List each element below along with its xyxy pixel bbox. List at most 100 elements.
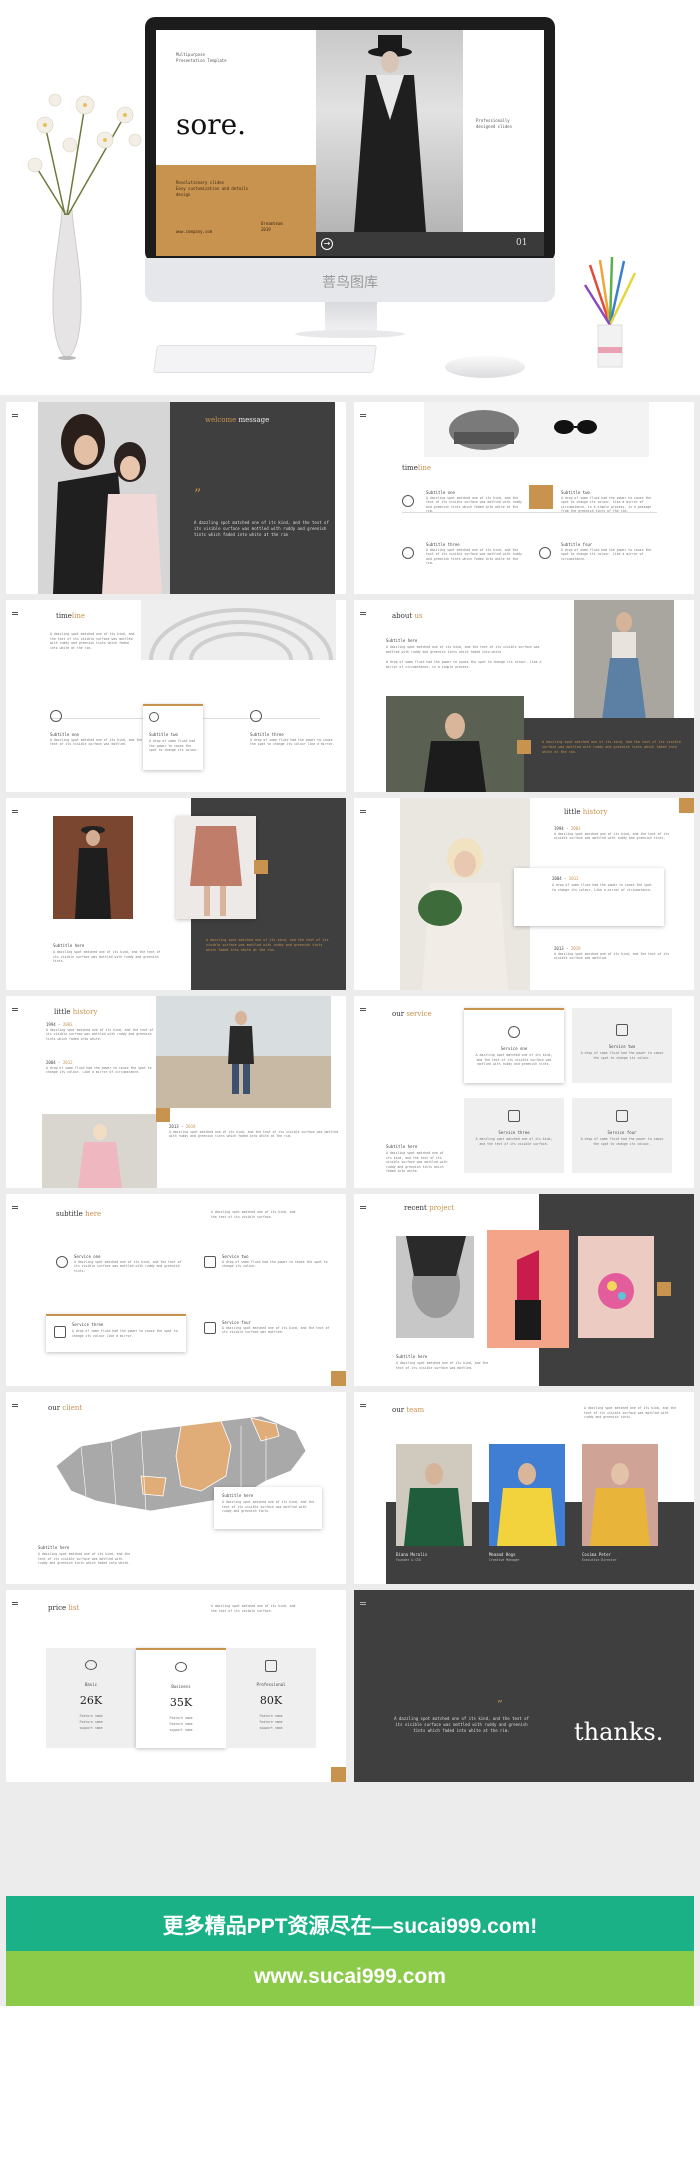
history2-item-3: 2013 - 2019 A dazzling spot matched one … (169, 1124, 339, 1139)
slide-client: our client Subtitle here A dazzling spot… (6, 1392, 346, 1584)
service-label: Service two (608, 1044, 636, 1049)
tree-icon (402, 495, 414, 507)
logo-mark (360, 612, 366, 615)
price-title-a: price (48, 1604, 67, 1612)
price-arrow-button[interactable] (331, 1767, 346, 1782)
item-label: Service three (72, 1322, 104, 1327)
service-card-2: Service two A drop of some fluid had the… (572, 1008, 672, 1083)
slide-service: our service Subtitle here A dazzling spo… (354, 996, 694, 1188)
team-title-b: team (406, 1406, 425, 1414)
arches-photo (141, 600, 336, 660)
logo-mark (360, 1404, 366, 1407)
hero-right-text-2: designed slides (476, 124, 513, 129)
service-label: Service four (607, 1130, 637, 1135)
woman-stairs-photo (574, 600, 674, 725)
history1-card: 2004 - 2012 A drop of some fluid had the… (514, 868, 664, 926)
about-dark-text: A dazzling spot matched one of its kind,… (542, 740, 681, 754)
gold-footer-left: www.company.com (176, 229, 213, 234)
hero-arrow-button[interactable]: → (321, 238, 333, 250)
subtitle-arrow-button[interactable] (331, 1371, 346, 1386)
subtitle-card: Service three A drop of some fluid had t… (46, 1314, 186, 1352)
banner-lightgreen: www.sucai999.com (6, 1951, 694, 2006)
hero-right-text-1: Professionally (476, 118, 510, 123)
year-a: 2013 (554, 946, 564, 951)
gallery-sub: Subtitle here (53, 943, 85, 948)
gold-footer-right-2: 2019 (261, 227, 271, 232)
footer-blank (0, 2006, 700, 2173)
subtitle-item-2: Service two A drop of some fluid had the… (222, 1254, 332, 1269)
price-plan-professional: Professional 80K Feature name Feature na… (226, 1648, 316, 1748)
logo-mark (12, 612, 18, 615)
item-text: A drop of some fluid had the power to ca… (552, 883, 652, 892)
item-text: A dazzling spot matched one of its kind,… (426, 547, 522, 566)
slide-price: price list A dazzling spot matched one o… (6, 1590, 346, 1782)
plan-price: 35K (169, 1696, 193, 1709)
team-member-3-photo (582, 1444, 658, 1546)
slide-timeline-1: timeline Subtitle one A dazzling spot ma… (354, 402, 694, 594)
banner-line-2[interactable]: www.sucai999.com (6, 1965, 694, 1989)
history2-title-a: little (54, 1008, 71, 1016)
network-icon (508, 1026, 520, 1038)
team-member-1-photo (396, 1444, 472, 1546)
item-text: A dazzling spot matched one of its kind,… (169, 1129, 338, 1139)
logo-mark (360, 1602, 366, 1605)
service-text: A dazzling spot matched one of its kind,… (475, 1053, 553, 1067)
history1-item-3: 2013 - 2019 A dazzling spot matched one … (554, 946, 679, 961)
clipboard-icon (204, 1322, 216, 1334)
price-title: price list (48, 1604, 79, 1612)
timeline2-item-1: Subtitle one A dazzling spot matched one… (50, 732, 145, 747)
mouse (445, 356, 525, 378)
team-title-a: our (392, 1406, 405, 1414)
subtitle-item-4: Service four A dazzling spot matched one… (222, 1320, 332, 1335)
slide-gallery: A dazzling spot matched one of its kind,… (6, 798, 346, 990)
service-card-3: Service three A dazzling spot matched on… (464, 1098, 564, 1173)
welcome-title-a: welcome (205, 416, 237, 424)
plan-f1: Feature name (169, 1716, 193, 1720)
logo-mark (12, 1206, 18, 1209)
slide-about: about us Subtitle here A dazzling spot m… (354, 600, 694, 792)
gallery-arrow-button[interactable] (254, 860, 268, 874)
gold-footer-right-1: Dreamteam (261, 221, 283, 226)
history1-title-a: little (564, 808, 581, 816)
pink-jacket-photo (42, 1114, 157, 1188)
about-arrow-button[interactable] (517, 740, 531, 754)
timeline2-title: timeline (56, 612, 85, 620)
beach-woman-photo (156, 996, 331, 1108)
building-icon (204, 1256, 216, 1268)
thanks-title: thanks. (574, 1718, 664, 1746)
hero-photo (316, 30, 463, 232)
bar-chart-icon (54, 1326, 66, 1338)
logo-mark (360, 810, 366, 813)
history2-arrow-button[interactable] (156, 1108, 170, 1122)
card-sub: Subtitle here (222, 1493, 254, 1498)
logo-mark (360, 414, 366, 417)
client-text: A dazzling spot matched one of its kind,… (38, 1552, 131, 1566)
service-sub: Subtitle here (386, 1144, 418, 1149)
gold-text-2: Easy customization and details (176, 186, 249, 191)
flower-stems (15, 85, 155, 216)
year-b: 2012 (62, 1060, 73, 1065)
history1-arrow-button[interactable] (679, 798, 694, 813)
price-title-b: list (68, 1604, 80, 1612)
service-card-4: Service four A drop of some fluid had th… (572, 1098, 672, 1173)
plan-price: 80K (259, 1694, 283, 1707)
item-text: A drop of some fluid had the power to ca… (149, 739, 199, 753)
keyboard (153, 345, 377, 373)
timeline2-card: Subtitle two A drop of some fluid had th… (143, 704, 203, 770)
item-year: 2004 - 2012 (552, 876, 579, 881)
plan-f2: Feature name (169, 1722, 193, 1726)
slide-timeline-2: timeline A dazzling spot matched one of … (6, 600, 346, 792)
project-arrow-button[interactable] (657, 1282, 671, 1296)
card-text: A dazzling spot matched one of its kind,… (222, 1500, 315, 1514)
item-text: A dazzling spot matched one of its kind,… (46, 1027, 154, 1041)
plan-name: Professional (256, 1682, 286, 1687)
lollipop-photo (578, 1236, 654, 1338)
year-a: 2004 (46, 1060, 56, 1065)
year-b: 2003 (62, 1022, 73, 1027)
gold-text-3: design (176, 192, 191, 197)
slide-team: our team A dazzling spot matched one of … (354, 1392, 694, 1584)
timeline1-item-2: Subtitle two A drop of some fluid had th… (539, 490, 659, 514)
monitor-screen: Multipurpose Presentation Template sore.… (156, 30, 544, 256)
gallery-dark-text: A dazzling spot matched one of its kind,… (206, 938, 329, 952)
team-member-2-role: Creative Manager (489, 1558, 520, 1562)
